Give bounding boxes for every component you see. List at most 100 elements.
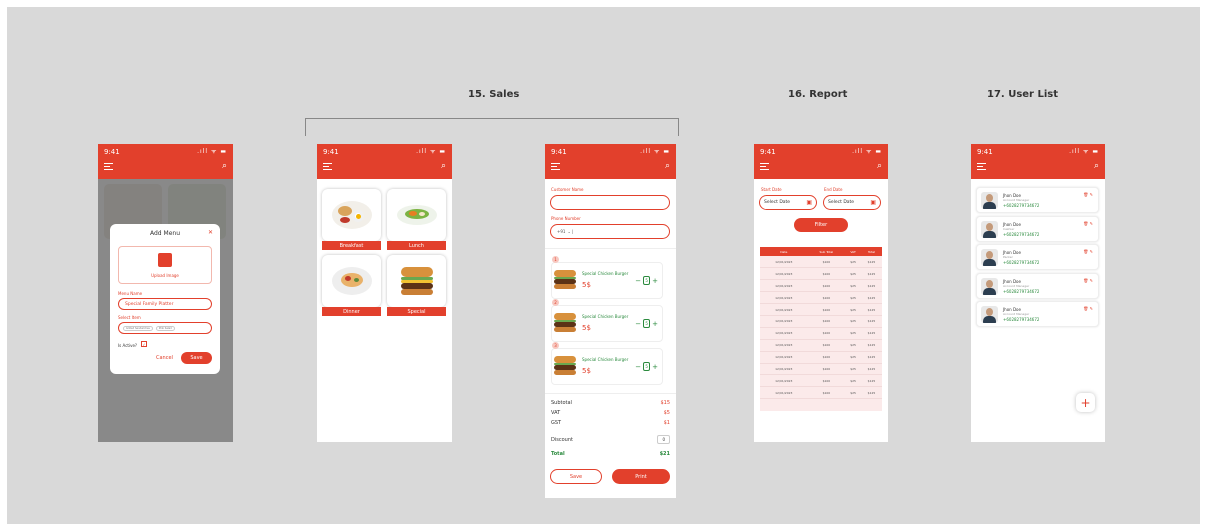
special-image (387, 255, 446, 307)
end-date-input[interactable]: Select Date ▣ (823, 195, 881, 210)
table-row: 12/01/2023 $100 $25 $125 (760, 339, 882, 352)
status-icons: .ıll ᯤ ▬ (197, 148, 227, 155)
item-chip[interactable]: Grilled Sandwiches (123, 325, 153, 331)
minus-button[interactable]: − (635, 320, 641, 328)
edit-icon[interactable]: ✎ (1090, 192, 1093, 197)
table-row: 12/01/2023 $100 $25 $125 (760, 291, 882, 305)
plus-button[interactable]: + (652, 363, 658, 371)
summary-value: $15 (660, 400, 670, 406)
app-header: 9:41 .ıll ᯤ ▬ ⌕ (98, 144, 233, 179)
user-role: Account Manager (1003, 312, 1030, 316)
close-icon[interactable]: ✕ (208, 229, 213, 236)
save-button[interactable]: Save (550, 469, 602, 484)
discount-label: Discount (551, 436, 573, 443)
user-actions: 🗑 ✎ (1083, 192, 1093, 197)
category-breakfast[interactable]: Breakfast (322, 189, 381, 250)
search-icon[interactable]: ⌕ (1094, 161, 1099, 171)
edit-icon[interactable]: ✎ (1090, 306, 1093, 311)
table-row: 12/01/2023 $100 $25 $125 (760, 256, 882, 269)
plus-button[interactable]: + (652, 277, 658, 285)
discount-input[interactable]: 0 (657, 435, 670, 444)
table-cell: $100 (807, 315, 846, 328)
hamburger-icon[interactable] (977, 163, 986, 172)
table-row: 12/01/2023 $100 $25 $125 (760, 267, 882, 281)
phone-number-input[interactable]: +91 ⌄ | (550, 224, 670, 239)
user-card[interactable]: Jhon Doe Cashier +6028279734672 🗑 ✎ (976, 215, 1099, 242)
print-button[interactable]: Print (612, 469, 670, 484)
minus-button[interactable]: − (635, 277, 641, 285)
item-name: Special Chicken Burger (582, 271, 629, 276)
quantity-value[interactable]: 5 (643, 276, 651, 285)
status-icons: .ıll ᯤ ▬ (416, 148, 446, 155)
filter-button[interactable]: Filter (794, 218, 848, 232)
sales-bracket (305, 118, 679, 136)
discount-row: Discount 0 (551, 435, 670, 444)
hamburger-icon[interactable] (323, 163, 332, 172)
user-actions: 🗑 ✎ (1083, 221, 1093, 226)
search-icon[interactable]: ⌕ (441, 161, 446, 171)
menu-name-input[interactable]: Special Family Platter (118, 298, 212, 310)
item-number-badge: 1 (552, 256, 559, 263)
table-cell: $125 (860, 303, 882, 316)
user-card[interactable]: Jhon Doe Account Manager +6028279734672 🗑 ✎ (976, 301, 1099, 327)
table-cell: $25 (845, 327, 861, 340)
add-menu-dialog: Add Menu ✕ Upload Image Menu Name Specia… (110, 224, 220, 374)
customer-name-input[interactable] (550, 195, 670, 210)
quantity-value[interactable]: 5 (643, 362, 651, 371)
save-button[interactable]: Save (181, 352, 212, 364)
avatar (981, 249, 998, 266)
breakfast-image (322, 189, 381, 241)
is-active-checkbox[interactable]: ✓ (141, 341, 147, 347)
delete-icon[interactable]: 🗑 (1083, 306, 1088, 311)
table-row: 12/01/2023 $100 $25 $125 (760, 327, 882, 340)
table-cell: $100 (807, 351, 846, 364)
table-cell: $125 (860, 327, 882, 340)
plus-button[interactable]: + (652, 320, 658, 328)
user-card[interactable]: Jhon Doe Packer +6028279734672 🗑 ✎ (976, 244, 1099, 270)
category-dinner[interactable]: Dinner (322, 255, 381, 316)
table-row: 12/01/2023 $100 $25 $125 (760, 315, 882, 328)
order-item: 1 Special Chicken Burger 5$ −5 + (551, 256, 663, 299)
minus-button[interactable]: − (635, 363, 641, 371)
avatar (981, 192, 998, 209)
edit-icon[interactable]: ✎ (1090, 249, 1093, 254)
upload-image-box[interactable]: Upload Image (118, 246, 212, 284)
edit-icon[interactable]: ✎ (1090, 221, 1093, 226)
hamburger-icon[interactable] (760, 163, 769, 172)
table-row: 12/01/2023 $100 $25 $125 (760, 303, 882, 316)
image-icon (158, 253, 172, 267)
add-user-button[interactable]: + (1076, 393, 1095, 412)
hamburger-icon[interactable] (104, 163, 113, 172)
category-special[interactable]: Special (387, 255, 446, 316)
cancel-button[interactable]: Cancel (156, 355, 173, 361)
phone-code-select[interactable]: +91 (557, 229, 565, 234)
item-chip[interactable]: Pink Salad (155, 325, 175, 331)
hamburger-icon[interactable] (551, 163, 560, 172)
section-title-user-list: 17. User List (987, 89, 1058, 100)
menu-name-label: Menu Name (118, 291, 143, 296)
category-label: Dinner (322, 307, 381, 316)
select-item-input[interactable]: Grilled Sandwiches Pink Salad (118, 322, 212, 334)
category-lunch[interactable]: Lunch (387, 189, 446, 250)
delete-icon[interactable]: 🗑 (1083, 192, 1088, 197)
table-cell: $100 (807, 374, 846, 388)
select-item-label: Select Item (118, 315, 141, 320)
edit-icon[interactable]: ✎ (1090, 278, 1093, 283)
search-icon[interactable]: ⌕ (877, 161, 882, 171)
search-icon[interactable]: ⌕ (665, 161, 670, 171)
user-card[interactable]: Jhon Doe Account Manager +6028279734672 🗑 ✎ (976, 187, 1099, 213)
delete-icon[interactable]: 🗑 (1083, 278, 1088, 283)
user-card[interactable]: Jhon Doe Account Manager +6028279734672 🗑 ✎ (976, 272, 1099, 299)
summary-value: $5 (663, 410, 670, 416)
quantity-value[interactable]: 5 (643, 319, 651, 328)
user-actions: 🗑 ✎ (1083, 249, 1093, 254)
delete-icon[interactable]: 🗑 (1083, 249, 1088, 254)
table-cell: $25 (845, 374, 861, 388)
delete-icon[interactable]: 🗑 (1083, 221, 1088, 226)
order-item: 3 Special Chicken Burger 5$ −5 + (551, 342, 663, 385)
search-icon[interactable]: ⌕ (222, 161, 227, 171)
start-date-input[interactable]: Select Date ▣ (759, 195, 817, 210)
table-cell: $25 (845, 303, 861, 316)
summary-label: Subtotal (551, 400, 572, 406)
table-cell: 12/01/2023 (760, 267, 808, 281)
